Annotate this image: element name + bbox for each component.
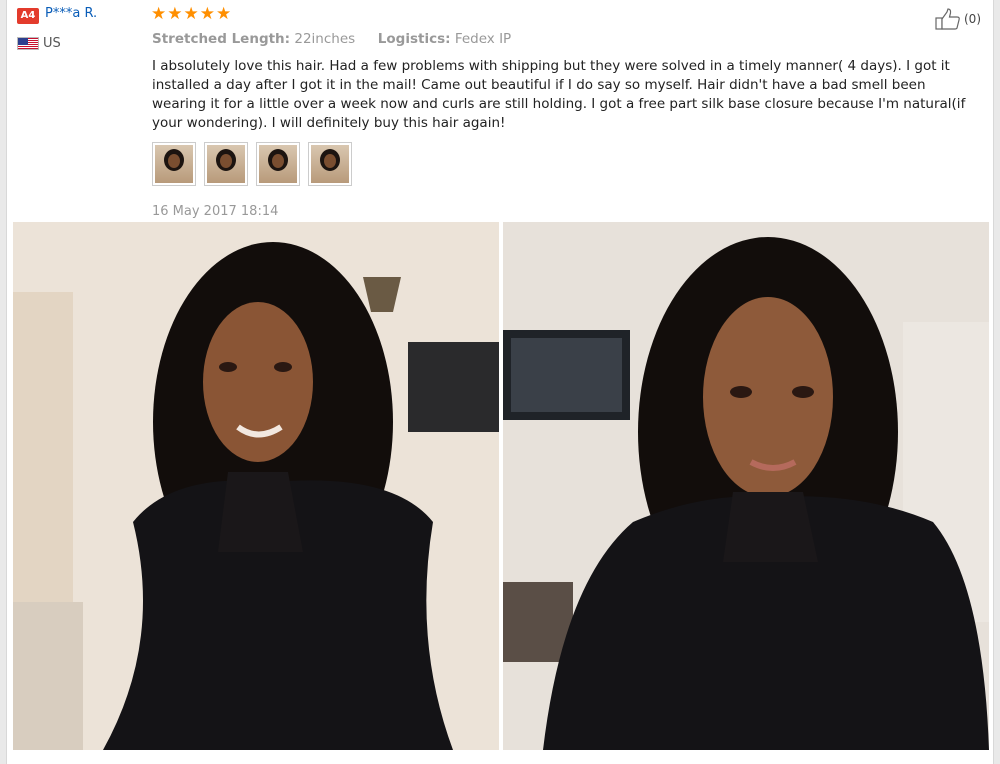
- product-attributes: Stretched Length: 22inches Logistics: Fe…: [152, 31, 511, 47]
- star-icon: ★: [216, 4, 232, 24]
- helpful-count: (0): [964, 12, 981, 26]
- review-date: 16 May 2017 18:14: [152, 204, 279, 219]
- thumbs-up-icon: [935, 8, 960, 30]
- reviewer-country: US: [43, 36, 61, 51]
- review-photo[interactable]: [13, 222, 499, 750]
- buyer-level-badge: A4: [17, 8, 39, 24]
- logistics-label: Logistics:: [377, 31, 451, 47]
- photo-thumbnail[interactable]: [256, 142, 300, 186]
- photo-thumbnail[interactable]: [204, 142, 248, 186]
- photo-thumbnails: [152, 142, 352, 186]
- review-text: I absolutely love this hair. Had a few p…: [152, 58, 966, 131]
- star-icon: ★: [199, 4, 215, 24]
- photo-thumbnail[interactable]: [152, 142, 196, 186]
- us-flag-icon: [17, 37, 39, 50]
- length-label: Stretched Length:: [152, 31, 291, 47]
- star-icon: ★: [183, 4, 199, 24]
- review-photo[interactable]: [503, 222, 989, 750]
- star-icon: ★: [167, 4, 183, 24]
- photo-thumbnail[interactable]: [308, 142, 352, 186]
- review-card: A4 P***a R. US ★ ★ ★ ★ ★ Stretched Length: 2…: [6, 0, 994, 764]
- helpful-button[interactable]: (0): [935, 8, 981, 30]
- star-icon: ★: [151, 4, 167, 24]
- reviewer-name[interactable]: P***a R.: [45, 6, 97, 21]
- length-value: 22inches: [294, 31, 356, 47]
- logistics-value: Fedex IP: [454, 31, 512, 47]
- star-rating: ★ ★ ★ ★ ★: [151, 4, 231, 24]
